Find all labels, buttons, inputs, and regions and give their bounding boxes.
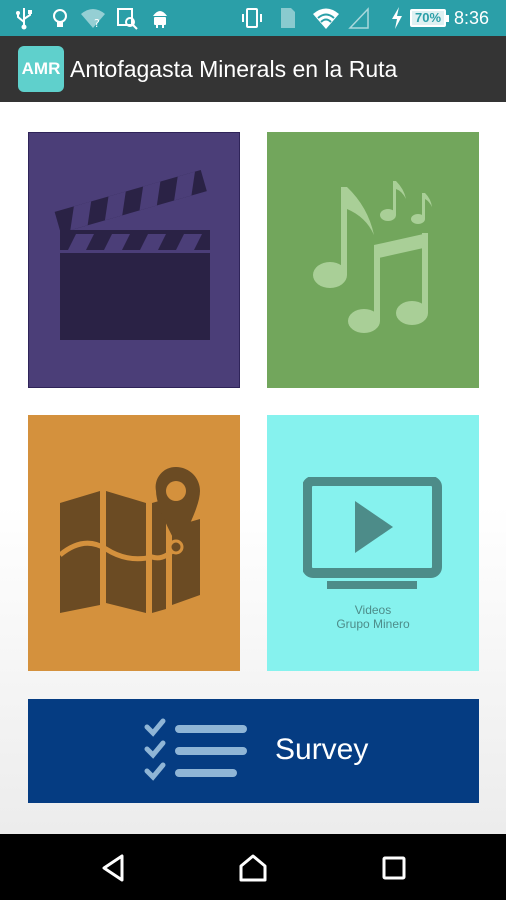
- vibrate-icon: [242, 8, 262, 28]
- survey-label: Survey: [275, 733, 369, 766]
- status-bar: ? 70% 8:36: [0, 0, 506, 36]
- app-logo: AMR: [18, 46, 64, 92]
- home-icon[interactable]: [237, 852, 269, 884]
- wifi-question-icon: ?: [81, 9, 105, 30]
- sim-icon: [281, 8, 295, 28]
- main-content: Videos Grupo Minero Survey: [0, 102, 506, 834]
- bulb-icon: [53, 9, 67, 27]
- app-bar: AMR Antofagasta Minerals en la Ruta: [0, 36, 506, 102]
- music-tile[interactable]: [267, 132, 479, 388]
- battery-indicator: 70%: [410, 9, 449, 27]
- recents-icon[interactable]: [378, 852, 410, 884]
- map-tile[interactable]: [28, 415, 240, 671]
- back-icon[interactable]: [98, 852, 130, 884]
- videos-label-line2: Grupo Minero: [336, 617, 410, 631]
- cinema-tile[interactable]: [28, 132, 240, 388]
- checklist-icon: [144, 718, 247, 781]
- videos-label-line1: Videos: [354, 603, 392, 617]
- usb-icon: [16, 8, 32, 30]
- clock: 8:36: [454, 8, 490, 28]
- map-pin-icon: [58, 466, 200, 613]
- videos-grupo-minero-tile[interactable]: Videos Grupo Minero: [267, 415, 479, 671]
- clapperboard-icon: [54, 170, 210, 340]
- music-notes-icon: [313, 181, 432, 333]
- navigation-bar: [0, 834, 506, 900]
- android-icon: [153, 11, 167, 28]
- screenshot-icon: [117, 8, 138, 30]
- survey-button[interactable]: Survey: [28, 699, 479, 803]
- app-title: Antofagasta Minerals en la Ruta: [70, 56, 398, 82]
- svg-text:?: ?: [94, 17, 100, 30]
- wifi-icon: [313, 8, 339, 29]
- signal-icon: [348, 7, 369, 29]
- video-play-icon: [303, 477, 442, 589]
- charging-icon: [392, 7, 402, 29]
